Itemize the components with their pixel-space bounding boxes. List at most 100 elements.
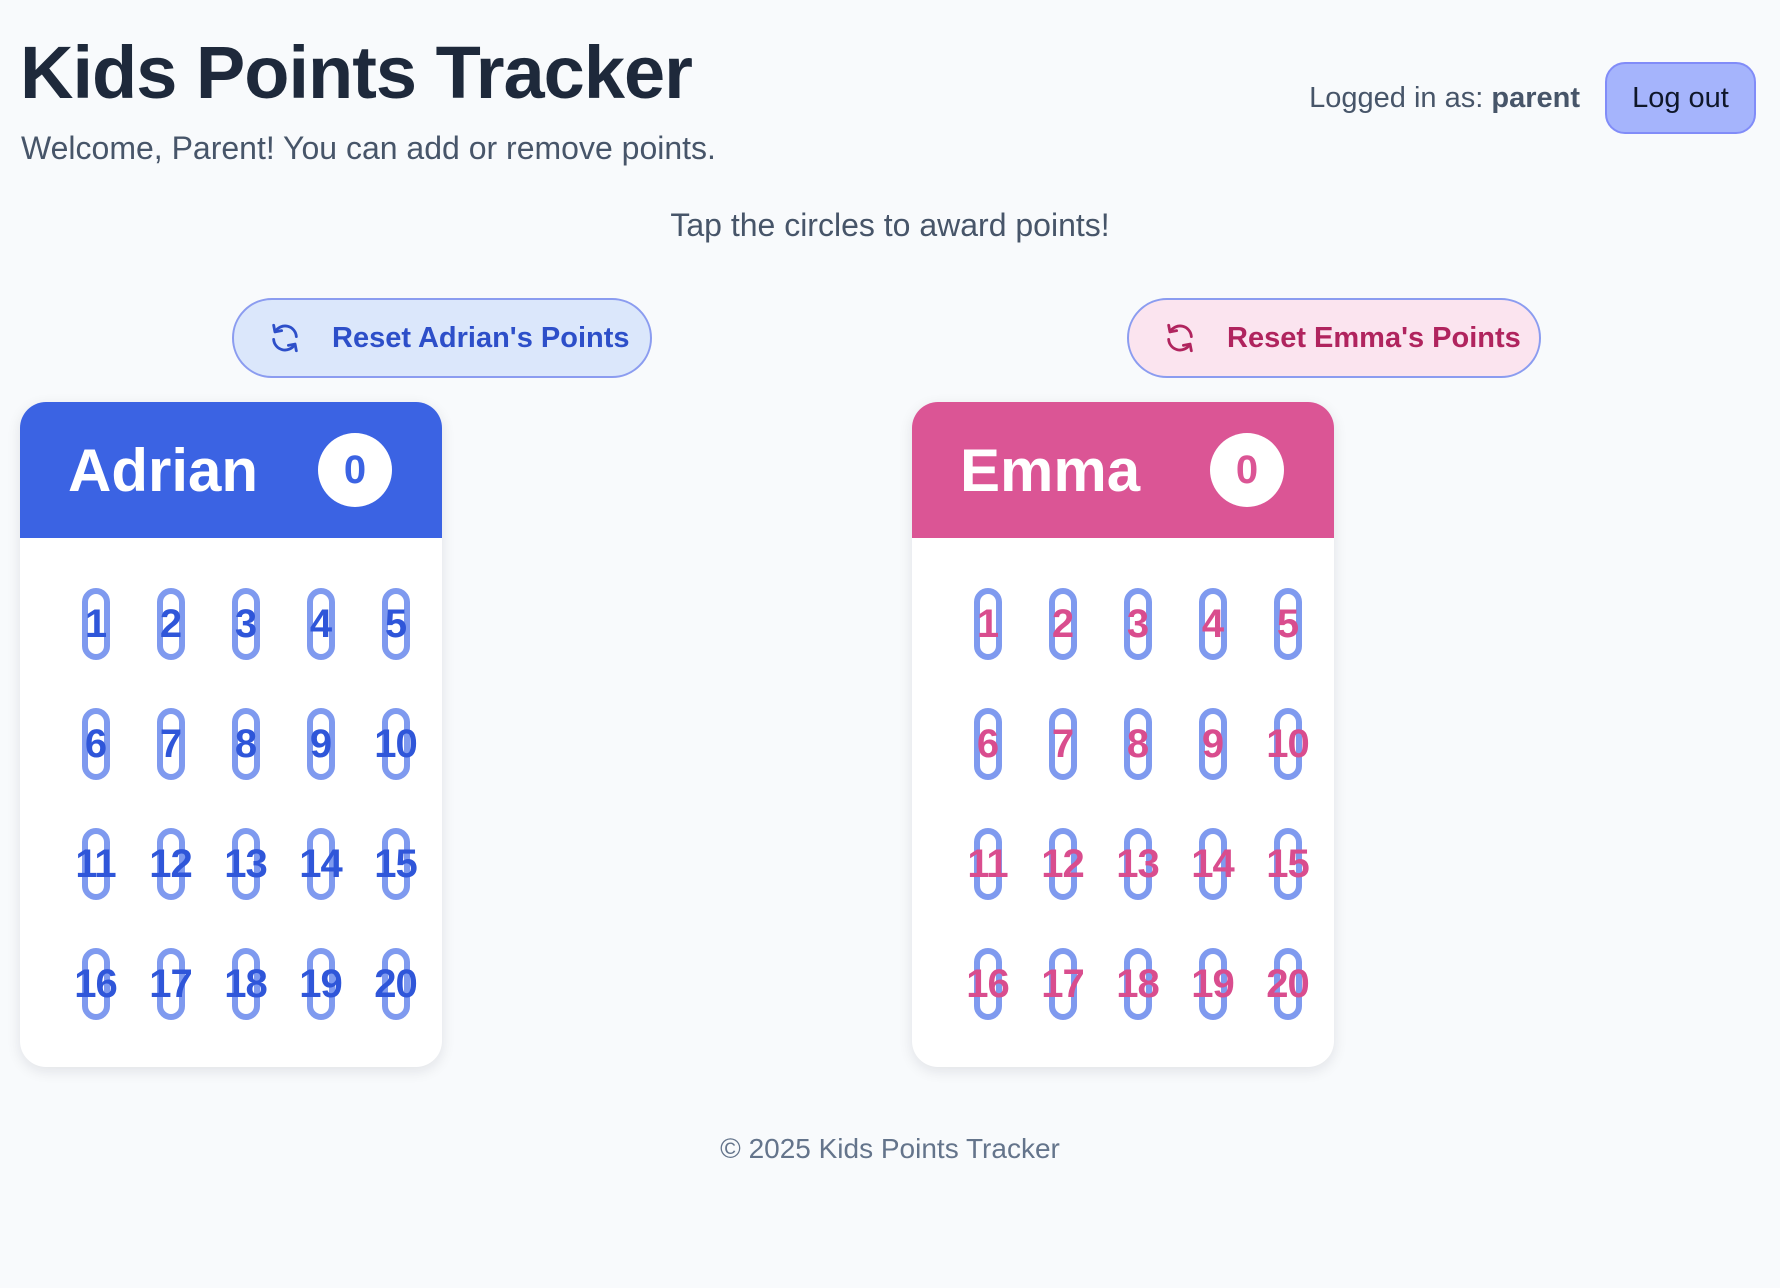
- point-circle[interactable]: 3: [1100, 588, 1175, 660]
- point-number: 2: [159, 602, 182, 646]
- point-circle[interactable]: 16: [58, 948, 133, 1020]
- score-badge: 0: [1210, 433, 1284, 507]
- point-circle[interactable]: 8: [1100, 708, 1175, 780]
- point-number: 8: [234, 722, 257, 766]
- refresh-icon: [1163, 321, 1197, 355]
- refresh-icon: [268, 321, 302, 355]
- point-number: 14: [299, 842, 342, 886]
- point-circle[interactable]: 13: [208, 828, 283, 900]
- point-circle[interactable]: 17: [1025, 948, 1100, 1020]
- reset-adrian-button[interactable]: Reset Adrian's Points: [232, 298, 652, 378]
- point-number: 12: [149, 842, 192, 886]
- point-circle[interactable]: 10: [1250, 708, 1325, 780]
- point-number: 1: [84, 602, 107, 646]
- point-number: 5: [1276, 602, 1299, 646]
- points-grid: 1 2 3 4 5 6 7 8 9 10 11 12 13 14 15 16 17 18 19 20: [950, 588, 1325, 1067]
- point-circle[interactable]: 12: [1025, 828, 1100, 900]
- point-number: 16: [74, 962, 117, 1006]
- kid-name: Emma: [960, 436, 1141, 504]
- page-title: Kids Points Tracker: [20, 31, 693, 114]
- point-circle[interactable]: 18: [1100, 948, 1175, 1020]
- point-circle[interactable]: 15: [358, 828, 433, 900]
- point-number: 7: [1051, 722, 1074, 766]
- logout-button[interactable]: Log out: [1605, 62, 1756, 134]
- point-circle[interactable]: 5: [1250, 588, 1325, 660]
- kid-card-emma: Emma 0 1 2 3 4 5 6 7 8 9 10 11 12 13 14 15 16 17 18 19 20: [912, 402, 1334, 1067]
- point-circle[interactable]: 8: [208, 708, 283, 780]
- welcome-message: Welcome, Parent! You can add or remove p…: [21, 130, 716, 166]
- point-circle[interactable]: 6: [58, 708, 133, 780]
- point-circle[interactable]: 9: [283, 708, 358, 780]
- point-circle[interactable]: 19: [283, 948, 358, 1020]
- instructions-text: Tap the circles to award points!: [670, 207, 1110, 243]
- username: parent: [1491, 82, 1580, 114]
- point-circle[interactable]: 15: [1250, 828, 1325, 900]
- point-number: 4: [1201, 602, 1224, 646]
- point-circle[interactable]: 11: [950, 828, 1025, 900]
- point-number: 12: [1041, 842, 1084, 886]
- reset-emma-label: Reset Emma's Points: [1227, 321, 1521, 354]
- point-circle[interactable]: 3: [208, 588, 283, 660]
- reset-adrian-label: Reset Adrian's Points: [332, 321, 630, 354]
- point-circle[interactable]: 14: [283, 828, 358, 900]
- point-number: 18: [224, 962, 267, 1006]
- point-circle[interactable]: 18: [208, 948, 283, 1020]
- point-circle[interactable]: 7: [1025, 708, 1100, 780]
- footer-text: © 2025 Kids Points Tracker: [720, 1133, 1060, 1164]
- point-circle[interactable]: 2: [1025, 588, 1100, 660]
- reset-emma-button[interactable]: Reset Emma's Points: [1127, 298, 1541, 378]
- point-circle[interactable]: 19: [1175, 948, 1250, 1020]
- point-number: 19: [1191, 962, 1234, 1006]
- point-circle[interactable]: 17: [133, 948, 208, 1020]
- point-circle[interactable]: 1: [58, 588, 133, 660]
- kid-name: Adrian: [68, 436, 259, 504]
- point-number: 16: [966, 962, 1009, 1006]
- point-number: 17: [1041, 962, 1084, 1006]
- point-number: 15: [374, 842, 417, 886]
- login-prefix: Logged in as:: [1309, 82, 1484, 114]
- point-number: 7: [159, 722, 182, 766]
- point-number: 13: [224, 842, 267, 886]
- login-status: Logged in as: parent: [1309, 82, 1580, 115]
- card-header: Emma 0: [912, 402, 1334, 538]
- point-circle[interactable]: 4: [283, 588, 358, 660]
- score-badge: 0: [318, 433, 392, 507]
- point-number: 9: [1201, 722, 1224, 766]
- point-number: 18: [1116, 962, 1159, 1006]
- point-number: 6: [976, 722, 999, 766]
- point-circle[interactable]: 6: [950, 708, 1025, 780]
- point-number: 9: [309, 722, 332, 766]
- point-number: 14: [1191, 842, 1234, 886]
- point-number: 15: [1266, 842, 1309, 886]
- point-circle[interactable]: 10: [358, 708, 433, 780]
- point-number: 1: [976, 602, 999, 646]
- point-number: 4: [309, 602, 332, 646]
- kid-card-adrian: Adrian 0 1 2 3 4 5 6 7 8 9 10 11 12 13 14 15 16 17 18 19 20: [20, 402, 442, 1067]
- point-number: 3: [1126, 602, 1149, 646]
- point-number: 10: [1266, 722, 1309, 766]
- point-circle[interactable]: 5: [358, 588, 433, 660]
- point-number: 13: [1116, 842, 1159, 886]
- point-circle[interactable]: 11: [58, 828, 133, 900]
- point-circle[interactable]: 9: [1175, 708, 1250, 780]
- point-number: 2: [1051, 602, 1074, 646]
- point-circle[interactable]: 14: [1175, 828, 1250, 900]
- point-number: 8: [1126, 722, 1149, 766]
- point-number: 3: [234, 602, 257, 646]
- point-circle[interactable]: 20: [358, 948, 433, 1020]
- points-grid: 1 2 3 4 5 6 7 8 9 10 11 12 13 14 15 16 17 18 19 20: [58, 588, 433, 1067]
- point-circle[interactable]: 16: [950, 948, 1025, 1020]
- point-circle[interactable]: 2: [133, 588, 208, 660]
- point-number: 17: [149, 962, 192, 1006]
- point-circle[interactable]: 13: [1100, 828, 1175, 900]
- point-number: 10: [374, 722, 417, 766]
- app-page: Kids Points Tracker Welcome, Parent! You…: [0, 0, 1780, 1288]
- point-number: 20: [374, 962, 417, 1006]
- point-circle[interactable]: 4: [1175, 588, 1250, 660]
- point-circle[interactable]: 7: [133, 708, 208, 780]
- point-circle[interactable]: 1: [950, 588, 1025, 660]
- point-circle[interactable]: 20: [1250, 948, 1325, 1020]
- point-number: 11: [967, 842, 1008, 886]
- point-number: 20: [1266, 962, 1309, 1006]
- point-circle[interactable]: 12: [133, 828, 208, 900]
